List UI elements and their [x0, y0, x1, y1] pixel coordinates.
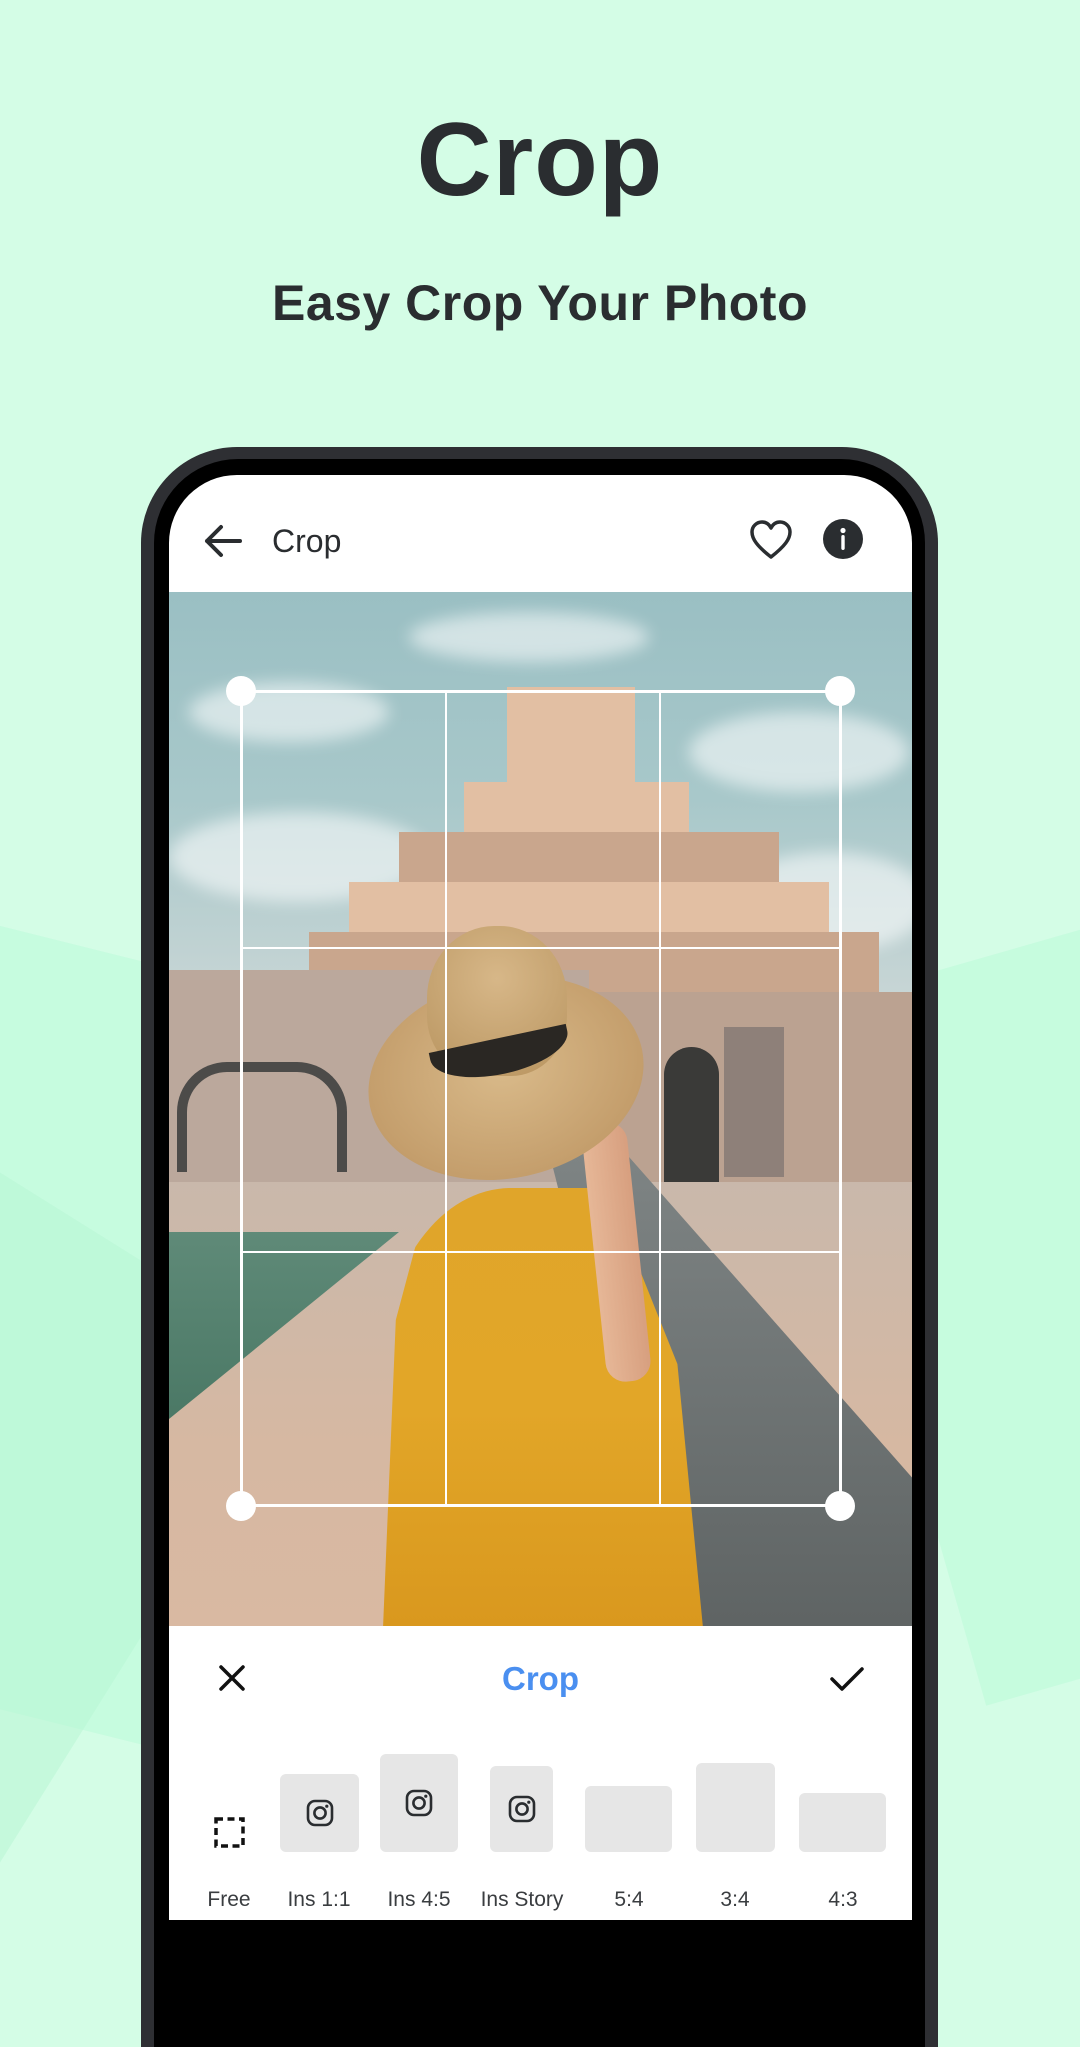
heart-outline-icon	[750, 520, 792, 559]
crop-handle-top-right[interactable]	[825, 676, 855, 706]
crop-grid-vertical	[659, 692, 661, 1505]
crop-panel: Crop Free Ins 1:1 Ins 4:5 Ins Story 5:4	[169, 1626, 912, 1920]
instagram-icon	[508, 1795, 536, 1823]
crop-handle-bottom-left[interactable]	[226, 1491, 256, 1521]
crop-border-right[interactable]	[839, 690, 842, 1506]
ratio-label: Ins 4:5	[387, 1888, 451, 1911]
back-button[interactable]	[203, 523, 243, 559]
crop-grid-horizontal	[242, 1251, 839, 1253]
favorite-button[interactable]	[749, 519, 793, 561]
hero-title: Crop	[416, 102, 664, 218]
ratio-label: 5:4	[614, 1888, 644, 1911]
crop-border-bottom[interactable]	[241, 1504, 840, 1507]
crop-border-left[interactable]	[240, 690, 243, 1506]
info-circle-icon	[840, 527, 846, 550]
hero-subtitle: Easy Crop Your Photo	[271, 275, 808, 331]
crop-handle-top-left[interactable]	[226, 676, 256, 706]
ratio-label: Ins Story	[480, 1888, 564, 1911]
crop-grid-horizontal	[242, 947, 839, 949]
ratio-label: 4:3	[828, 1888, 858, 1911]
confirm-button[interactable]	[830, 1666, 864, 1692]
ratio-label: Ins 1:1	[287, 1888, 351, 1911]
instagram-icon	[306, 1799, 334, 1827]
instagram-icon	[405, 1789, 433, 1817]
ratio-preview-box	[696, 1763, 775, 1852]
ratio-preview-box	[799, 1793, 886, 1852]
crop-handle-bottom-right[interactable]	[825, 1491, 855, 1521]
crop-overlay[interactable]	[169, 592, 912, 1626]
photo-canvas[interactable]	[169, 592, 912, 1626]
crop-border-top[interactable]	[241, 690, 840, 693]
arrow-left-icon	[205, 525, 242, 557]
info-button[interactable]	[823, 519, 863, 559]
ratio-label: Free	[207, 1888, 251, 1911]
screen-title: Crop	[272, 523, 342, 559]
ratio-label: 3:4	[720, 1888, 750, 1911]
panel-title: Crop	[502, 1660, 579, 1697]
ratio-preview-box	[585, 1786, 672, 1852]
crop-grid-vertical	[445, 692, 447, 1505]
check-icon	[830, 1667, 864, 1691]
app-screen: Crop Crop Free Ins 1:1 Ins 4:5 Ins Story…	[169, 475, 912, 1920]
dashed-square-icon	[214, 1817, 245, 1848]
top-bar: Crop	[169, 475, 912, 592]
